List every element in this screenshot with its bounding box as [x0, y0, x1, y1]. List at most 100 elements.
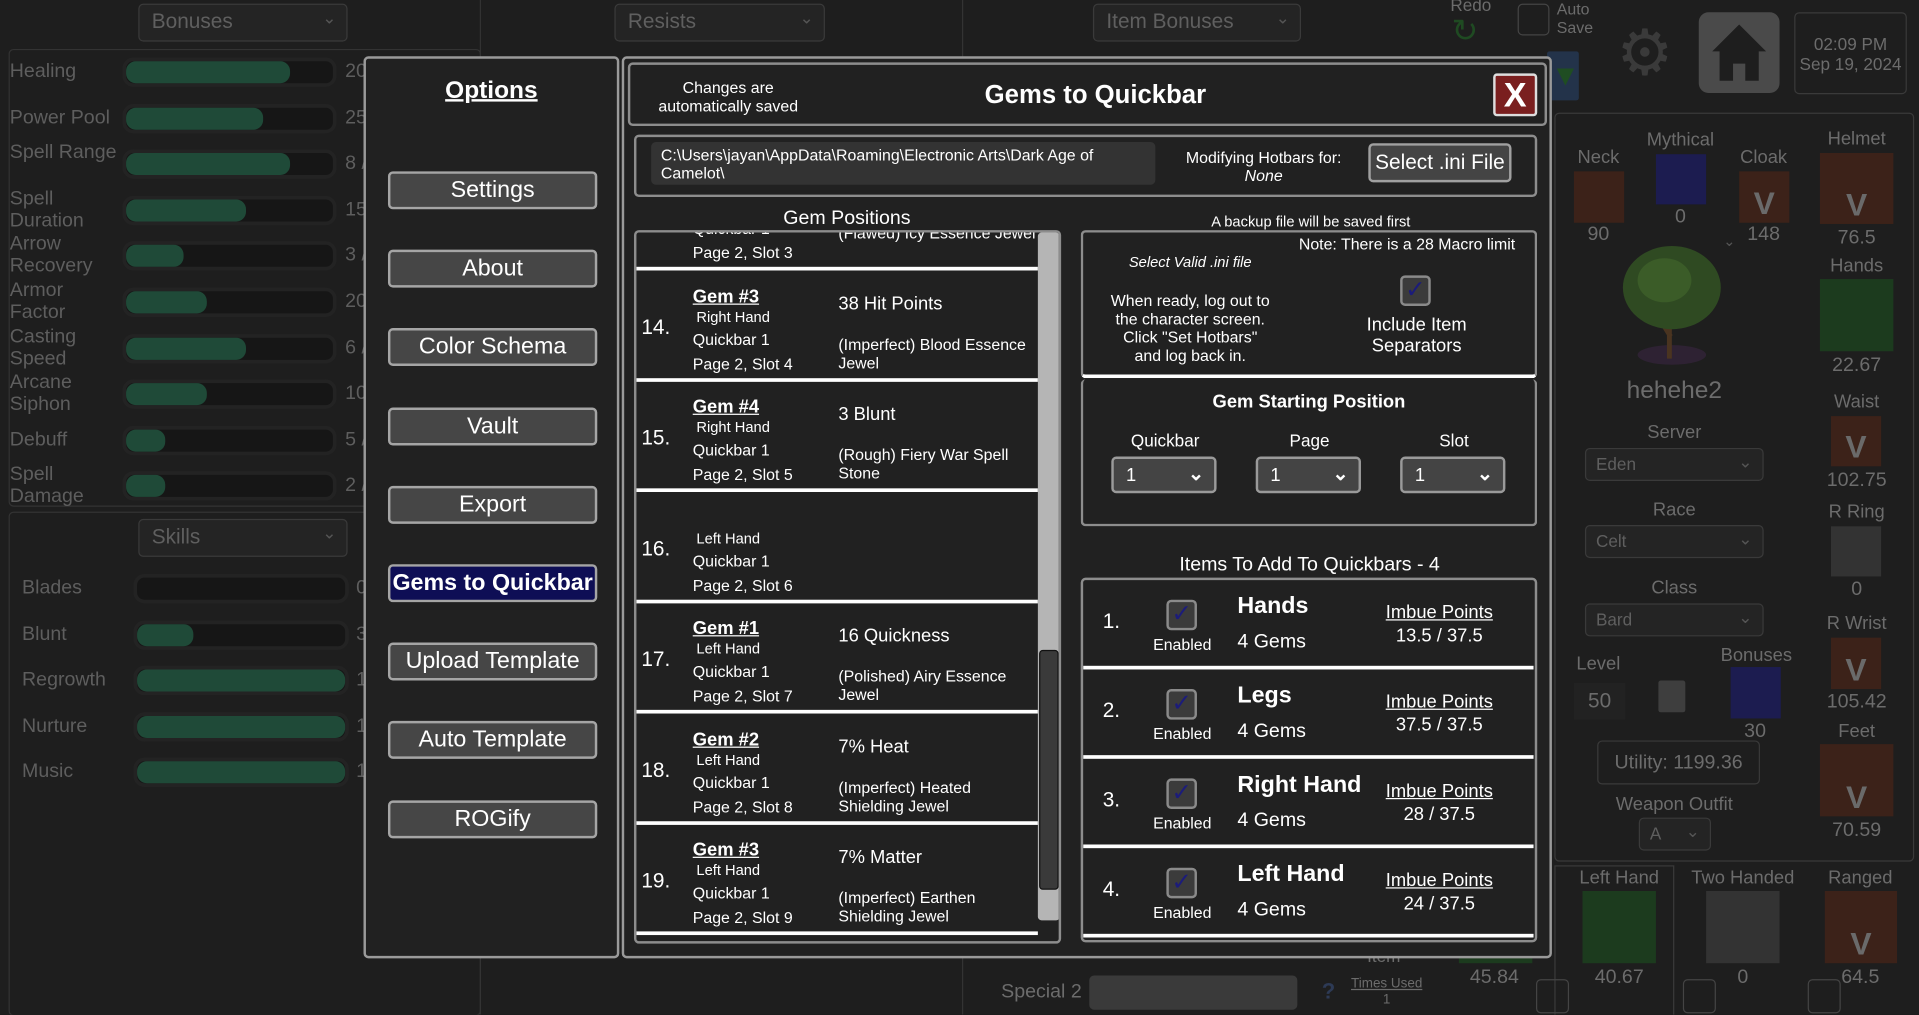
include-separators-line: Include Item	[1334, 315, 1499, 336]
option-button-settings[interactable]: Settings	[388, 171, 597, 209]
item-name: Hands	[1237, 594, 1308, 621]
quickbar-select[interactable]: 1⌄	[1111, 457, 1216, 494]
stat-bar-fill	[126, 383, 207, 405]
item-enabled-checkbox[interactable]: ✓	[1166, 600, 1197, 631]
stat-label: Debuff	[10, 429, 120, 451]
redo-icon[interactable]: ↻	[1452, 12, 1479, 50]
gem-item-name: (Imperfect) Earthen Shielding Jewel	[838, 889, 1040, 926]
v-mark: V	[1825, 925, 1897, 963]
imbue-points-link[interactable]: Imbue Points	[1362, 781, 1516, 802]
stat-bar-fill	[126, 291, 207, 313]
gem-page-slot: Page 2, Slot 9	[693, 908, 793, 926]
option-button-color-schema[interactable]: Color Schema	[388, 328, 597, 366]
skill-label: Blunt	[22, 624, 67, 646]
class-dropdown[interactable]: Bard⌄	[1585, 603, 1764, 636]
instruction-line: the character screen.	[1089, 310, 1291, 328]
modifying-hotbars: Modifying Hotbars for: None	[1175, 148, 1352, 185]
gem-page-slot: Page 2, Slot 4	[693, 354, 793, 372]
bonuses-slot[interactable]	[1731, 667, 1781, 718]
scrollbar-thumb[interactable]	[1039, 650, 1059, 890]
skill-label: Nurture	[22, 715, 87, 737]
level-label: Level	[1576, 654, 1620, 675]
gem-link[interactable]: Gem #2	[693, 729, 759, 750]
helmet-slot[interactable]: V	[1820, 153, 1893, 224]
gem-link[interactable]: Gem #3	[693, 840, 759, 861]
slot-select[interactable]: 1⌄	[1400, 457, 1505, 494]
ini-path-field[interactable]: C:\Users\jayan\AppData\Roaming\Electroni…	[651, 142, 1155, 185]
weapon-outfit-dropdown[interactable]: A⌄	[1639, 818, 1711, 851]
level-input[interactable]: 50	[1574, 683, 1625, 720]
neck-slot[interactable]	[1574, 171, 1624, 222]
gem-quickbar: Quickbar 1	[693, 441, 770, 459]
feet-slot[interactable]: V	[1820, 744, 1893, 816]
r-wrist-slot[interactable]: V	[1831, 638, 1881, 689]
home-button[interactable]	[1699, 12, 1780, 93]
option-button-about[interactable]: About	[388, 250, 597, 288]
page-select[interactable]: 1⌄	[1256, 457, 1361, 494]
select-ini-file-button[interactable]: Select .ini File	[1368, 143, 1511, 182]
notes-icon[interactable]	[1658, 680, 1685, 712]
imbue-points-link[interactable]: Imbue Points	[1362, 602, 1516, 623]
stat-bar-fill	[126, 199, 246, 221]
item-enabled-checkbox[interactable]: ✓	[1166, 778, 1197, 809]
race-dropdown[interactable]: Celt⌄	[1585, 525, 1764, 558]
item-enabled-checkbox[interactable]: ✓	[1166, 868, 1197, 899]
stat-bar	[122, 334, 336, 363]
ranged-label: Ranged	[1805, 868, 1915, 889]
gem-quickbar: Quickbar 1	[693, 330, 770, 348]
imbue-points-link[interactable]: Imbue Points	[1362, 870, 1516, 891]
include-separators-checkbox[interactable]: ✓	[1400, 275, 1431, 306]
close-button[interactable]: X	[1493, 73, 1537, 116]
help-icon[interactable]: ?	[1322, 979, 1335, 1005]
gem-link[interactable]: Gem #3	[693, 286, 759, 307]
item-enabled-label: Enabled	[1144, 725, 1220, 743]
starting-position-box: Gem Starting Position Quickbar Page Slot	[1081, 379, 1538, 526]
stat-bar-fill	[126, 245, 184, 267]
option-button-export[interactable]: Export	[388, 486, 597, 524]
right-hand-checkbox[interactable]	[1536, 979, 1569, 1013]
chevron-down-icon: ⌄	[322, 7, 336, 28]
left-hand-slot[interactable]	[1583, 891, 1656, 963]
option-button-vault[interactable]: Vault	[388, 407, 597, 445]
imbue-points-link[interactable]: Imbue Points	[1362, 692, 1516, 713]
skills-dropdown[interactable]: Skills⌄	[138, 519, 347, 557]
slot-label: Slot	[1401, 431, 1506, 451]
cloak-slot[interactable]: V	[1739, 171, 1789, 222]
gem-item-name: (Rough) Fiery War Spell Stone	[838, 445, 1040, 482]
checkmark-icon: ✓	[1171, 780, 1192, 807]
gem-positions-list[interactable]: Quickbar 1Page 2, Slot 3(Flawed) Icy Ess…	[634, 230, 1061, 944]
r-ring-slot[interactable]	[1831, 526, 1881, 576]
server-dropdown[interactable]: Eden⌄	[1585, 448, 1764, 481]
macro-note: Note: There is a 28 Macro limit	[1299, 235, 1515, 253]
chevron-down-icon: ⌄	[1276, 7, 1290, 28]
stat-bar	[122, 58, 336, 87]
bonuses-dropdown[interactable]: Bonuses⌄	[138, 4, 347, 42]
gem-effect: 38 Hit Points	[838, 293, 942, 314]
gem-item-name: (Imperfect) Heated Shielding Jewel	[838, 778, 1040, 815]
option-button-auto-template[interactable]: Auto Template	[388, 721, 597, 759]
resists-dropdown[interactable]: Resists⌄	[614, 4, 825, 42]
backup-note: A backup file will be saved first	[1082, 213, 1540, 230]
mythical-slot[interactable]	[1656, 154, 1706, 204]
gear-icon[interactable]: ⚙	[1613, 22, 1677, 86]
auto-save-checkbox[interactable]	[1518, 4, 1550, 36]
two-handed-slot[interactable]	[1706, 891, 1779, 963]
special2-input[interactable]	[1089, 975, 1297, 1009]
gem-page-slot: Page 2, Slot 7	[693, 687, 793, 705]
option-button-upload-template[interactable]: Upload Template	[388, 643, 597, 681]
waist-label: Waist	[1802, 392, 1912, 413]
item-bonuses-dropdown[interactable]: Item Bonuses⌄	[1093, 4, 1301, 42]
item-gem-count: 4 Gems	[1237, 900, 1306, 922]
stat-label: Arcane Siphon	[10, 372, 120, 416]
hands-slot[interactable]	[1820, 279, 1893, 351]
option-button-rogify[interactable]: ROGify	[388, 800, 597, 838]
option-button-gems-to-quickbar[interactable]: Gems to Quickbar	[388, 564, 597, 602]
chevron-down-icon: ⌄	[1188, 461, 1204, 485]
ranged-slot[interactable]: V	[1825, 891, 1897, 963]
gem-link[interactable]: Gem #1	[693, 618, 759, 639]
waist-slot[interactable]: V	[1831, 416, 1881, 466]
scrollbar-track[interactable]	[1038, 233, 1060, 921]
gem-link[interactable]: Gem #4	[693, 397, 759, 418]
gem-position-row: 15.Gem #4Right HandQuickbar 1Page 2, Slo…	[636, 382, 1037, 492]
item-enabled-checkbox[interactable]: ✓	[1166, 689, 1197, 720]
